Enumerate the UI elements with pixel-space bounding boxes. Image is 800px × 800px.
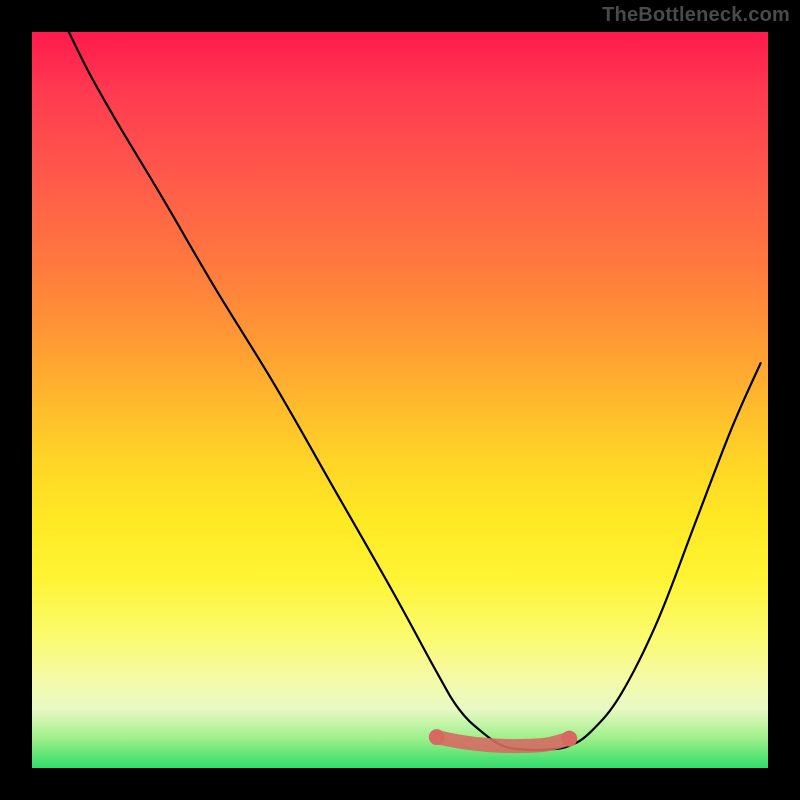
curve-layer [32,32,768,768]
plot-area [32,32,768,768]
optimal-end-dot [429,729,445,745]
optimal-band [437,737,570,746]
optimal-markers [429,729,578,747]
bottleneck-curve [69,32,761,750]
watermark-text: TheBottleneck.com [602,4,790,27]
chart-stage: TheBottleneck.com [0,0,800,800]
optimal-end-dot [561,731,577,747]
